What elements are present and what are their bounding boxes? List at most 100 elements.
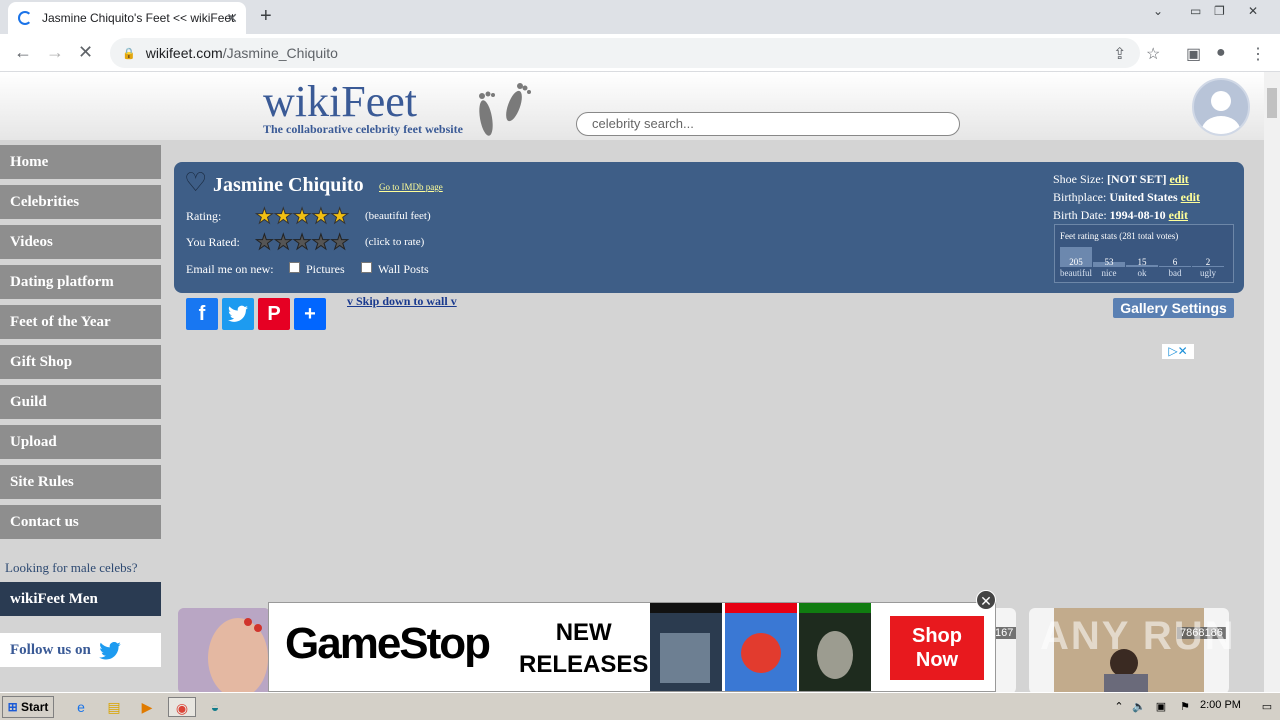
skip-to-wall-link[interactable]: v Skip down to wall v	[347, 294, 457, 309]
edge-icon[interactable]: ◒	[204, 697, 226, 717]
pictures-label: Pictures	[306, 262, 345, 276]
birth-date-edit-link[interactable]: edit	[1169, 208, 1188, 222]
shoe-size-label: Shoe Size:	[1053, 172, 1104, 186]
nav-gift-shop[interactable]: Gift Shop	[0, 345, 161, 379]
nav-celebrities[interactable]: Celebrities	[0, 185, 161, 219]
bookmark-star-icon[interactable]: ☆	[1146, 44, 1160, 64]
volume-icon[interactable]: 🔈	[1128, 697, 1150, 717]
follow-twitter-button[interactable]: Follow us on	[0, 633, 161, 667]
web-page: wikiFeet The collaborative celebrity fee…	[0, 72, 1264, 692]
anyrun-watermark: ANY RUN	[1040, 614, 1236, 658]
chrome-icon[interactable]: ◉	[168, 697, 196, 717]
folder-icon[interactable]: ▤	[103, 697, 125, 717]
imdb-link[interactable]: Go to IMDb page	[379, 182, 443, 192]
browser-tab-strip: Jasmine Chiquito's Feet << wikiFeet ✕ + …	[0, 0, 1280, 34]
page-scrollbar[interactable]	[1264, 72, 1280, 692]
user-avatar-icon[interactable]	[1192, 78, 1250, 136]
forward-icon[interactable]: →	[46, 42, 64, 63]
wall-posts-label: Wall Posts	[378, 262, 429, 276]
stat-label-bad: bad	[1168, 268, 1182, 278]
media-player-icon[interactable]: ▶	[136, 697, 158, 717]
nav-guild[interactable]: Guild	[0, 385, 161, 419]
browser-toolbar: ← → ✕ 🔒 wikifeet.com/Jasmine_Chiquito ⇪ …	[0, 34, 1280, 72]
pinterest-share-button[interactable]: P	[258, 298, 290, 330]
share-more-button[interactable]: +	[294, 298, 326, 330]
gallery-thumb[interactable]	[178, 608, 270, 692]
nav-feet-of-the-year[interactable]: Feet of the Year	[0, 305, 161, 339]
stat-label-ok: ok	[1137, 268, 1147, 278]
stat-count-ok: 15	[1137, 257, 1147, 267]
show-desktop-icon[interactable]: ▭	[1256, 697, 1278, 717]
rating-note: (beautiful feet)	[365, 210, 431, 222]
window-close-icon[interactable]: ✕	[1248, 4, 1258, 18]
tab-close-icon[interactable]: ✕	[226, 10, 238, 27]
restore-icon[interactable]: ❐	[1214, 4, 1225, 18]
ad-close-icon[interactable]: ✕	[976, 590, 996, 610]
gallery-settings-button[interactable]: Gallery Settings	[1113, 298, 1234, 318]
start-button[interactable]: ⊞ Start	[2, 696, 54, 718]
site-header: wikiFeet The collaborative celebrity fee…	[0, 72, 1264, 140]
birthplace-edit-link[interactable]: edit	[1181, 190, 1200, 204]
minimize-icon[interactable]: ▭	[1190, 4, 1201, 18]
twitter-icon	[228, 305, 248, 322]
celebrity-search-input[interactable]: celebrity search...	[576, 112, 960, 136]
profile-icon[interactable]: ●	[1216, 44, 1226, 62]
wikifeet-men-link[interactable]: wikiFeet Men	[0, 582, 161, 616]
stop-loading-icon[interactable]: ✕	[78, 42, 93, 63]
wall-posts-checkbox[interactable]	[361, 262, 372, 273]
pictures-checkbox[interactable]	[289, 262, 300, 273]
url-host: wikifeet.com	[145, 45, 223, 61]
birthplace-row: Birthplace: United States edit	[1053, 190, 1200, 205]
start-label: Start	[21, 700, 49, 714]
address-bar[interactable]: 🔒 wikifeet.com/Jasmine_Chiquito	[110, 38, 1140, 68]
network-icon[interactable]: ▣	[1150, 697, 1172, 717]
shop-now-button[interactable]: Shop Now	[890, 616, 984, 680]
birthplace-value: United States	[1109, 190, 1178, 204]
new-tab-icon[interactable]: +	[260, 5, 272, 28]
email-label: Email me on new:	[186, 262, 274, 276]
stat-count-nice: 53	[1104, 257, 1114, 267]
ie-icon[interactable]: e	[70, 697, 92, 717]
user-rating-stars[interactable]: ★★★★★	[254, 230, 349, 255]
stats-title: Feet rating stats (281 total votes)	[1060, 231, 1179, 241]
male-celebs-prompt[interactable]: Looking for male celebs?	[5, 560, 137, 576]
nav-home[interactable]: Home	[0, 145, 161, 179]
site-sidebar: Home Celebrities Videos Dating platform …	[0, 145, 161, 545]
favorite-heart-icon[interactable]: ♡	[184, 168, 207, 198]
site-logo[interactable]: wikiFeet The collaborative celebrity fee…	[263, 80, 463, 137]
shoe-size-value: [NOT SET]	[1107, 172, 1167, 186]
adchoices-icon[interactable]: ▷✕	[1162, 344, 1194, 359]
menu-icon[interactable]: ⋮	[1250, 44, 1266, 64]
nav-videos[interactable]: Videos	[0, 225, 161, 259]
nav-site-rules[interactable]: Site Rules	[0, 465, 161, 499]
browser-tab[interactable]: Jasmine Chiquito's Feet << wikiFeet ✕	[8, 2, 246, 34]
game-cover-image	[799, 603, 871, 691]
nav-upload[interactable]: Upload	[0, 425, 161, 459]
twitter-share-button[interactable]	[222, 298, 254, 330]
cta-line-2: Now	[915, 649, 959, 671]
url-path: /Jasmine_Chiquito	[222, 45, 338, 61]
tab-search-icon[interactable]: ⌄	[1153, 4, 1163, 18]
celebrity-profile-box: ♡ Jasmine Chiquito Go to IMDb page Ratin…	[174, 162, 1244, 293]
side-panel-icon[interactable]: ▣	[1186, 44, 1201, 64]
feet-photo-thumb	[178, 608, 270, 692]
action-center-flag-icon[interactable]: ⚑	[1174, 697, 1196, 717]
logo-wordmark: wikiFeet	[263, 77, 417, 126]
share-icon[interactable]: ⇪	[1113, 44, 1126, 64]
stat-count-ugly: 2	[1205, 257, 1211, 267]
facebook-share-button[interactable]: f	[186, 298, 218, 330]
windows-logo-icon: ⊞	[7, 700, 18, 714]
rating-stars: ★★★★★	[254, 204, 350, 229]
stat-label-ugly: ugly	[1199, 268, 1216, 278]
game-cover-image	[650, 603, 722, 691]
windows-taskbar: ⊞ Start e ▤ ▶ ◉ ◒ ⌃ 🔈 ▣ ⚑ 2:00 PM ▭	[0, 692, 1280, 720]
ad-brand: GameStop	[285, 619, 491, 668]
game-cover-image	[725, 603, 797, 691]
nav-contact-us[interactable]: Contact us	[0, 505, 161, 539]
back-icon[interactable]: ←	[14, 42, 32, 63]
tray-expand-icon[interactable]: ⌃	[1108, 697, 1130, 717]
gamestop-ad-banner[interactable]: GameStop NEW RELEASES Shop Now	[268, 602, 996, 692]
scrollbar-thumb[interactable]	[1267, 88, 1277, 118]
nav-dating-platform[interactable]: Dating platform	[0, 265, 161, 299]
shoe-size-edit-link[interactable]: edit	[1169, 172, 1188, 186]
